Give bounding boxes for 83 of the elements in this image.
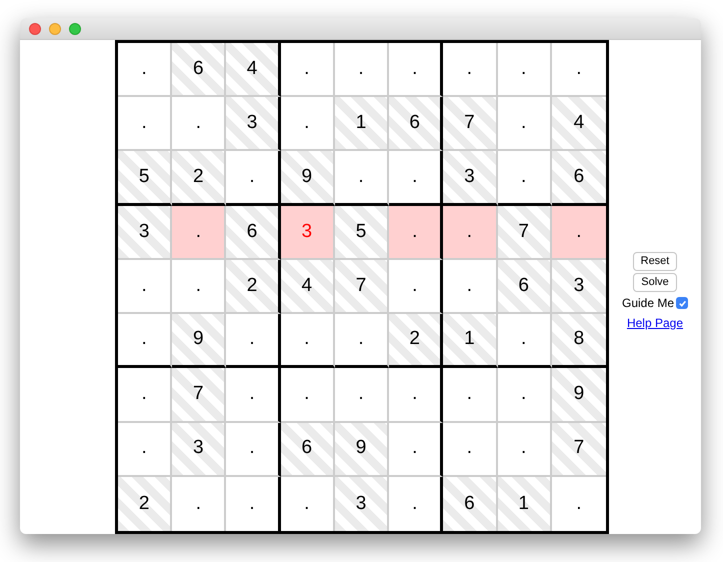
board-cell[interactable]: . <box>118 43 172 98</box>
board-cell[interactable]: 2 <box>172 151 226 206</box>
board-cell[interactable]: 7 <box>443 97 498 152</box>
board-cell[interactable]: . <box>118 260 172 314</box>
board-cell[interactable]: . <box>334 314 390 368</box>
board-cell[interactable]: . <box>280 476 335 531</box>
board-cell[interactable]: . <box>280 368 335 423</box>
board-cell[interactable]: 4 <box>226 43 281 98</box>
board-cell[interactable]: 3 <box>226 97 281 152</box>
guide-me-checkbox[interactable] <box>676 297 688 309</box>
board-cell[interactable]: . <box>172 260 226 314</box>
board-cell[interactable]: . <box>118 314 172 368</box>
board-cell[interactable]: . <box>498 422 552 477</box>
board-cell[interactable]: 6 <box>443 476 498 531</box>
board-cell[interactable]: 1 <box>443 314 498 368</box>
board-cell[interactable]: 6 <box>552 151 606 206</box>
board-cell[interactable]: . <box>498 314 552 368</box>
board-cell[interactable]: 4 <box>280 260 335 314</box>
board-cell[interactable]: . <box>552 206 606 260</box>
board-cell[interactable]: . <box>118 97 172 152</box>
board-cell[interactable]: . <box>226 151 281 206</box>
board-cell[interactable]: 3 <box>443 151 498 206</box>
board-cell[interactable]: . <box>172 206 226 260</box>
help-page-link[interactable]: Help Page <box>626 314 684 332</box>
board-cell[interactable]: . <box>280 314 335 368</box>
board-cell[interactable]: 8 <box>552 314 606 368</box>
board-cell[interactable]: . <box>334 151 390 206</box>
board-cell[interactable]: 7 <box>172 368 226 423</box>
board-cell[interactable]: 3 <box>118 206 172 260</box>
board-cell[interactable]: 3 <box>334 476 390 531</box>
board-cell[interactable]: . <box>334 43 390 98</box>
board-cell[interactable]: 5 <box>334 206 390 260</box>
board-cell[interactable]: 7 <box>498 206 552 260</box>
board-cell[interactable]: 2 <box>226 260 281 314</box>
board-cell[interactable]: . <box>226 314 281 368</box>
board-cell[interactable]: 1 <box>498 476 552 531</box>
board-cell[interactable]: . <box>443 43 498 98</box>
minimize-icon[interactable] <box>49 22 61 34</box>
board-cell[interactable]: . <box>118 422 172 477</box>
board-cell[interactable]: 6 <box>172 43 226 98</box>
reset-button[interactable]: Reset <box>632 252 678 271</box>
maximize-icon[interactable] <box>69 22 81 34</box>
board-cell[interactable]: . <box>280 97 335 152</box>
board-cell[interactable]: 9 <box>172 314 226 368</box>
board-cell[interactable]: . <box>226 368 281 423</box>
board-cell[interactable]: 5 <box>118 151 172 206</box>
guide-me-label: Guide Me <box>622 295 674 312</box>
board-cell[interactable]: 9 <box>552 368 606 423</box>
board-cell[interactable]: . <box>118 368 172 423</box>
board-cell[interactable]: . <box>389 151 444 206</box>
board-cell[interactable]: . <box>389 422 444 477</box>
board-cell[interactable]: . <box>334 368 390 423</box>
board-cell[interactable]: 6 <box>389 97 444 152</box>
board-cell[interactable]: 9 <box>280 151 335 206</box>
board-cell[interactable]: . <box>280 43 335 98</box>
board-cell[interactable]: . <box>172 97 226 152</box>
board-cell[interactable]: . <box>226 422 281 477</box>
board-cell[interactable]: . <box>498 151 552 206</box>
board-cell[interactable]: . <box>389 368 444 423</box>
board-cell[interactable]: 4 <box>552 97 606 152</box>
board-cell[interactable]: 2 <box>389 314 444 368</box>
board-cell[interactable]: 7 <box>552 422 606 477</box>
board-cell[interactable]: . <box>389 260 444 314</box>
board-cell[interactable]: 6 <box>280 422 335 477</box>
solve-button[interactable]: Solve <box>633 273 677 292</box>
board-cell[interactable]: . <box>443 206 498 260</box>
board-cell[interactable]: . <box>389 206 444 260</box>
board-cell[interactable]: 6 <box>498 260 552 314</box>
board-cell[interactable]: . <box>389 43 444 98</box>
board-cell[interactable]: . <box>498 368 552 423</box>
board-cell[interactable]: 3 <box>172 422 226 477</box>
board-cell[interactable]: . <box>498 97 552 152</box>
board-cell[interactable]: . <box>443 422 498 477</box>
close-icon[interactable] <box>29 22 41 34</box>
board-cell[interactable]: 9 <box>334 422 390 477</box>
board-cell[interactable]: . <box>498 43 552 98</box>
board-cell[interactable]: 2 <box>118 476 172 531</box>
board-cell[interactable]: 7 <box>334 260 390 314</box>
board-cell[interactable]: . <box>443 368 498 423</box>
board-cell[interactable]: 1 <box>334 97 390 152</box>
board-cell[interactable]: . <box>443 260 498 314</box>
board-cell[interactable]: 3 <box>552 260 606 314</box>
board-cell[interactable]: 6 <box>226 206 281 260</box>
